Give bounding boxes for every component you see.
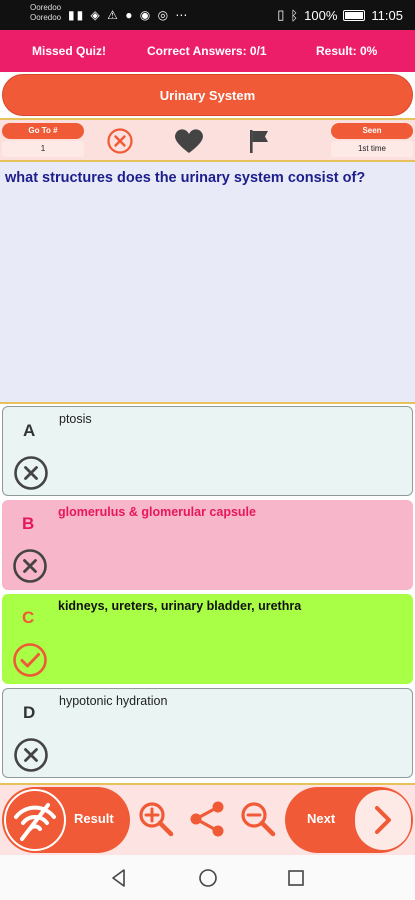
zoom-out-icon[interactable] bbox=[238, 799, 278, 839]
carrier-2: Ooredoo bbox=[30, 13, 62, 22]
bluetooth-icon: ᛒ bbox=[290, 7, 299, 23]
answer-option-c[interactable]: C kidneys, ureters, urinary bladder, ure… bbox=[2, 594, 413, 684]
answer-option-d[interactable]: D hypotonic hydration bbox=[2, 688, 413, 778]
x-circle-icon bbox=[14, 738, 48, 772]
notification-icons: ▮▮ ◈ ⚠ ● ◉ ◎ ⋯ bbox=[68, 8, 190, 22]
recents-icon[interactable] bbox=[285, 867, 307, 889]
topic-button[interactable]: Urinary System bbox=[2, 74, 413, 116]
clock: 11:05 bbox=[371, 7, 403, 23]
status-bar: Ooredoo Ooredoo ▮▮ ◈ ⚠ ● ◉ ◎ ⋯ ▯ ᛒ 100% … bbox=[0, 0, 415, 30]
seen-value: 1st time bbox=[331, 141, 413, 157]
signal-logo-icon bbox=[14, 803, 56, 841]
answer-letter: C bbox=[22, 608, 35, 627]
vibrate-icon: ▯ bbox=[277, 7, 285, 22]
app-logo-icon bbox=[4, 789, 66, 851]
share-icon[interactable] bbox=[187, 799, 227, 839]
answer-text: ptosis bbox=[59, 412, 92, 426]
question-text: what structures does the urinary system … bbox=[5, 170, 366, 186]
answer-text: kidneys, ureters, urinary bladder, ureth… bbox=[58, 599, 302, 613]
answer-option-b[interactable]: B glomerulus & glomerular capsule bbox=[2, 500, 413, 590]
status-right: ▯ ᛒ 100% 11:05 bbox=[277, 7, 403, 23]
answer-letter: A bbox=[23, 421, 36, 440]
quiz-header: Missed Quiz! Correct Answers: 0/1 Result… bbox=[0, 30, 415, 72]
answer-option-a[interactable]: A ptosis bbox=[2, 406, 413, 496]
back-icon[interactable] bbox=[108, 867, 130, 889]
carrier-names: Ooredoo Ooredoo bbox=[30, 3, 61, 23]
check-circle-icon bbox=[13, 643, 47, 677]
chevron-right-icon bbox=[375, 806, 391, 834]
battery-icon bbox=[343, 9, 366, 21]
result-percent-label: Result: 0% bbox=[316, 44, 378, 58]
missed-quiz-label: Missed Quiz! bbox=[32, 44, 107, 58]
answer-text: glomerulus & glomerular capsule bbox=[58, 505, 256, 519]
correct-answers-label: Correct Answers: 0/1 bbox=[147, 44, 267, 58]
flag-icon[interactable] bbox=[246, 127, 274, 155]
x-circle-icon bbox=[14, 456, 48, 490]
zoom-in-icon[interactable] bbox=[136, 799, 176, 839]
next-arrow-container[interactable] bbox=[355, 790, 411, 850]
answer-letter: B bbox=[22, 514, 35, 533]
answer-text: hypotonic hydration bbox=[59, 694, 168, 708]
goto-control[interactable]: Go To # 1 bbox=[2, 123, 84, 159]
result-button[interactable]: Result bbox=[2, 787, 130, 853]
next-label[interactable]: Next bbox=[307, 811, 335, 826]
seen-control: Seen 1st time bbox=[331, 123, 413, 159]
carrier-1: Ooredoo bbox=[30, 3, 62, 12]
answer-letter: D bbox=[23, 703, 36, 722]
goto-label[interactable]: Go To # bbox=[2, 123, 84, 139]
seen-label: Seen bbox=[331, 123, 413, 139]
result-label[interactable]: Result bbox=[74, 811, 114, 826]
action-bar: Result Next bbox=[0, 783, 415, 855]
goto-value[interactable]: 1 bbox=[2, 141, 84, 157]
close-circle-icon[interactable] bbox=[106, 127, 134, 155]
battery-percent: 100% bbox=[304, 7, 338, 23]
next-button[interactable]: Next bbox=[285, 787, 413, 853]
x-circle-icon bbox=[13, 549, 47, 583]
question-toolbar: Go To # 1 Seen 1st time bbox=[0, 118, 415, 162]
heart-icon[interactable] bbox=[173, 127, 205, 155]
system-nav-bar bbox=[0, 855, 415, 900]
question-panel: what structures does the urinary system … bbox=[0, 162, 415, 404]
home-icon[interactable] bbox=[197, 867, 219, 889]
